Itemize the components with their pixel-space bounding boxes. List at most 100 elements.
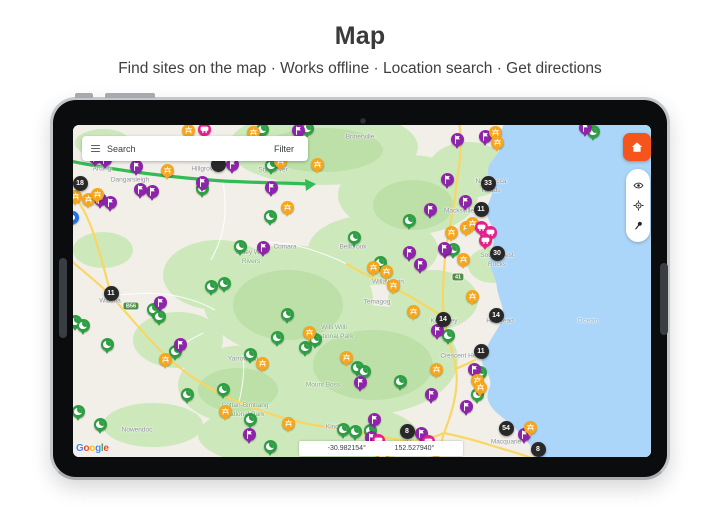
campground-marker[interactable]: [205, 280, 218, 293]
cluster-marker[interactable]: 8: [531, 442, 546, 457]
day_use-marker[interactable]: [73, 190, 82, 203]
day_use-marker[interactable]: [466, 290, 479, 303]
campground-marker[interactable]: [394, 375, 407, 388]
flag-icon: [460, 400, 473, 413]
campground-marker[interactable]: [94, 418, 107, 431]
day_use-marker[interactable]: [457, 253, 470, 266]
poi-marker[interactable]: [451, 133, 464, 146]
poi-marker[interactable]: [579, 125, 592, 134]
day_use-marker[interactable]: [340, 351, 353, 364]
campground-marker[interactable]: [349, 425, 362, 438]
day_use-marker[interactable]: [430, 363, 443, 376]
cluster-marker[interactable]: 30: [490, 246, 505, 261]
day_use-marker[interactable]: [282, 417, 295, 430]
day_use-marker[interactable]: [445, 226, 458, 239]
campground-marker[interactable]: [181, 388, 194, 401]
day_use-marker[interactable]: [474, 381, 487, 394]
day_use-marker[interactable]: [159, 353, 172, 366]
poi-marker[interactable]: [243, 428, 256, 441]
crescent-icon: [73, 405, 85, 418]
poi-marker[interactable]: [460, 400, 473, 413]
poi-marker[interactable]: [425, 388, 438, 401]
picnic-table-icon: [367, 261, 380, 274]
crescent-icon: [181, 388, 194, 401]
campground-marker[interactable]: [264, 440, 277, 453]
filter-button[interactable]: Filter: [274, 144, 294, 154]
my-location-icon: [633, 200, 644, 211]
day_use-marker[interactable]: [524, 421, 537, 434]
campground-marker[interactable]: [218, 277, 231, 290]
crescent-icon: [234, 240, 247, 253]
cluster-marker[interactable]: 14: [489, 308, 504, 323]
campground-marker[interactable]: [271, 331, 284, 344]
eye-button[interactable]: [633, 180, 644, 191]
campground-marker[interactable]: [264, 210, 277, 223]
day_use-marker[interactable]: [303, 326, 316, 339]
campground-marker[interactable]: [281, 308, 294, 321]
day_use-marker[interactable]: [491, 136, 504, 149]
campground-marker[interactable]: [101, 338, 114, 351]
cluster-marker[interactable]: 18: [73, 176, 88, 191]
day_use-marker[interactable]: [311, 158, 324, 171]
caravan_park-marker[interactable]: [479, 234, 492, 247]
day_use-marker[interactable]: [281, 201, 294, 214]
search-input[interactable]: Search: [107, 144, 274, 154]
info-marker[interactable]: [73, 211, 79, 224]
crescent-icon: [101, 338, 114, 351]
campground-marker[interactable]: [73, 405, 85, 418]
day_use-marker[interactable]: [387, 279, 400, 292]
crescent-icon: [217, 383, 230, 396]
cluster-marker[interactable]: 11: [104, 286, 119, 301]
page-header: Map Find sites on the map · Works offlin…: [0, 22, 720, 78]
poi-marker[interactable]: [146, 185, 159, 198]
dropped-pin-button[interactable]: [633, 220, 644, 231]
picnic-table-icon: [340, 351, 353, 364]
poi-marker[interactable]: [424, 203, 437, 216]
campground-marker[interactable]: [217, 383, 230, 396]
poi-marker[interactable]: [441, 173, 454, 186]
bezel-highlight-left: [59, 258, 67, 338]
picnic-table-icon: [91, 188, 104, 201]
poi-marker[interactable]: [459, 195, 472, 208]
cluster-marker[interactable]: 8: [400, 424, 415, 439]
caravan-icon: [479, 234, 492, 247]
cluster-marker[interactable]: 11: [474, 202, 489, 217]
home-button[interactable]: [623, 133, 651, 161]
campground-marker[interactable]: [234, 240, 247, 253]
cluster-marker[interactable]: 11: [474, 344, 489, 359]
day_use-marker[interactable]: [219, 405, 232, 418]
flag-icon: [196, 176, 209, 189]
day_use-marker[interactable]: [161, 164, 174, 177]
campground-marker[interactable]: [244, 413, 257, 426]
flag-icon: [459, 195, 472, 208]
poi-marker[interactable]: [196, 176, 209, 189]
picnic-table-icon: [281, 201, 294, 214]
poi-marker[interactable]: [354, 376, 367, 389]
poi-marker[interactable]: [265, 181, 278, 194]
campground-marker[interactable]: [77, 319, 90, 332]
campground-marker[interactable]: [403, 214, 416, 227]
day_use-marker[interactable]: [407, 305, 420, 318]
search-bar[interactable]: Search Filter: [82, 136, 308, 161]
poi-marker[interactable]: [154, 296, 167, 309]
cluster-marker[interactable]: 33: [481, 176, 496, 191]
caravan_park-marker[interactable]: [198, 125, 211, 136]
front-camera: [360, 118, 366, 124]
poi-marker[interactable]: [174, 338, 187, 351]
crescent-icon: [281, 308, 294, 321]
poi-marker[interactable]: [368, 413, 381, 426]
menu-icon[interactable]: [91, 145, 100, 152]
poi-marker[interactable]: [104, 196, 117, 209]
day_use-marker[interactable]: [256, 357, 269, 370]
cluster-marker[interactable]: 54: [499, 421, 514, 436]
poi-marker[interactable]: [414, 258, 427, 271]
flag-icon: [265, 181, 278, 194]
poi-marker[interactable]: [130, 160, 143, 173]
day_use-marker[interactable]: [91, 188, 104, 201]
poi-marker[interactable]: [257, 241, 270, 254]
my-location-button[interactable]: [633, 200, 644, 211]
cluster-marker[interactable]: 14: [436, 312, 451, 327]
day_use-marker[interactable]: [380, 265, 393, 278]
day_use-marker[interactable]: [367, 261, 380, 274]
campground-marker[interactable]: [348, 231, 361, 244]
